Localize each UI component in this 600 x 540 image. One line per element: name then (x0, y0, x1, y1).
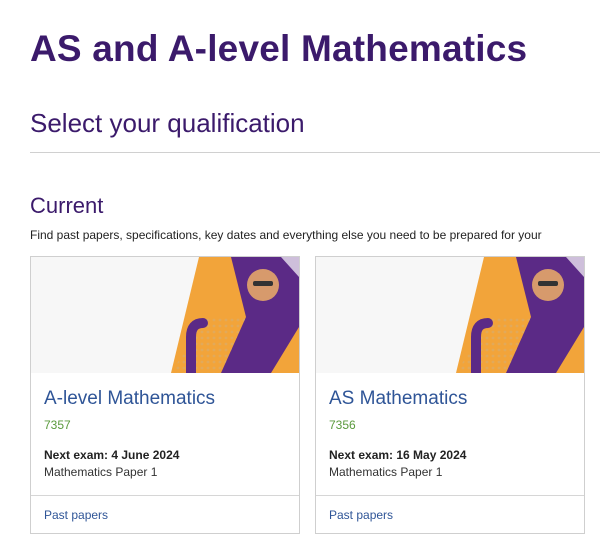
decorative-graphic (316, 257, 584, 373)
qualification-code: 7357 (44, 418, 71, 432)
next-exam-date: Next exam: 4 June 2024 (44, 448, 180, 462)
page-title: AS and A-level Mathematics (30, 28, 528, 69)
qualification-card-as-mathematics[interactable]: AS Mathematics 7356 Next exam: 16 May 20… (315, 256, 585, 534)
section-description: Find past papers, specifications, key da… (30, 228, 542, 242)
page-subtitle: Select your qualification (30, 108, 305, 138)
next-exam-date: Next exam: 16 May 2024 (329, 448, 467, 462)
card-title[interactable]: AS Mathematics (329, 388, 467, 410)
decorative-graphic (31, 257, 299, 373)
section-divider (30, 152, 600, 153)
past-papers-link[interactable]: Past papers (44, 508, 108, 522)
card-banner-image (316, 257, 584, 373)
qualification-code: 7356 (329, 418, 356, 432)
exam-paper-name: Mathematics Paper 1 (44, 465, 158, 479)
card-divider (316, 495, 584, 496)
past-papers-link[interactable]: Past papers (329, 508, 393, 522)
exam-paper-name: Mathematics Paper 1 (329, 465, 443, 479)
card-title[interactable]: A-level Mathematics (44, 388, 215, 410)
card-banner-image (31, 257, 299, 373)
card-divider (31, 495, 299, 496)
qualification-card-a-level-mathematics[interactable]: A-level Mathematics 7357 Next exam: 4 Ju… (30, 256, 300, 534)
section-heading-current: Current (30, 193, 104, 218)
